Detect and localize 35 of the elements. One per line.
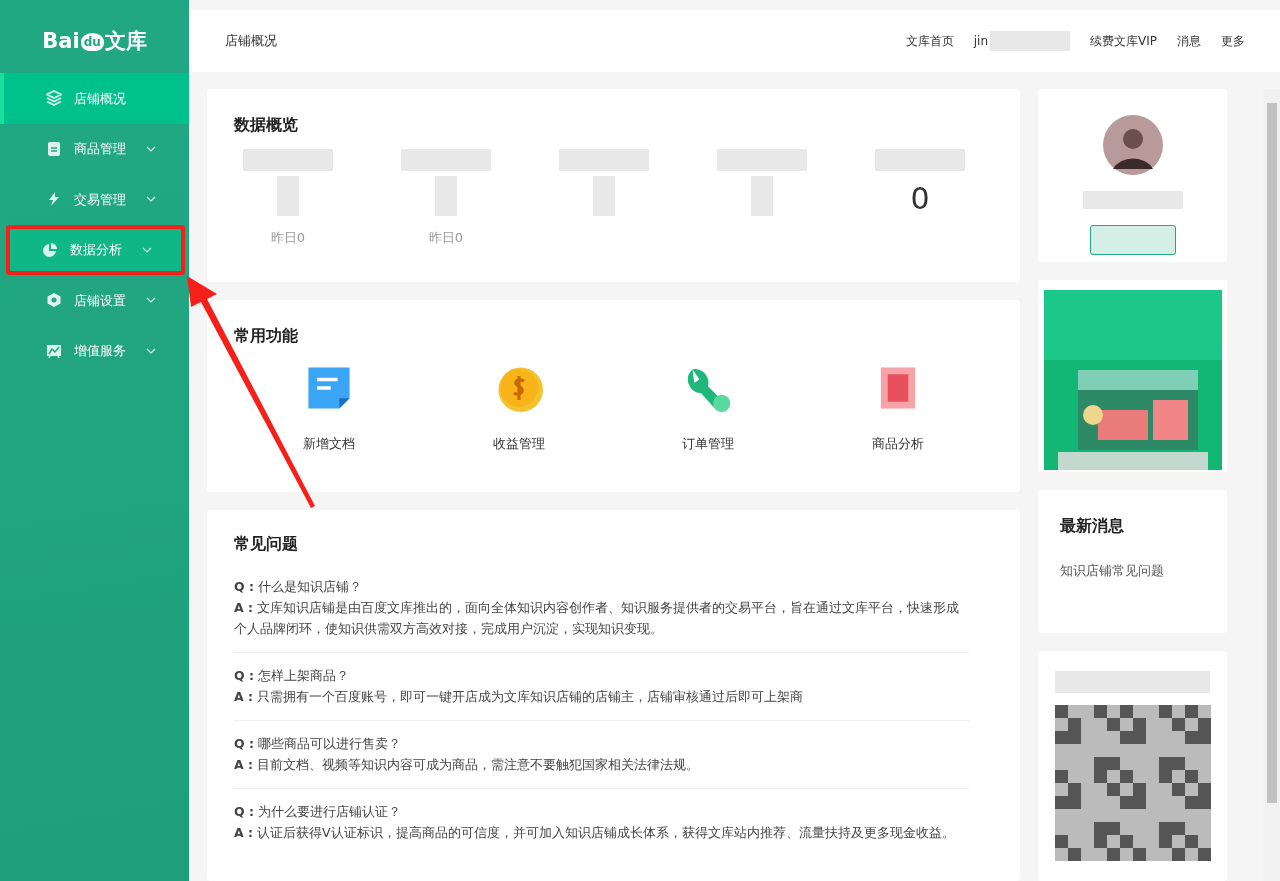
function-item[interactable]: 收益管理 xyxy=(423,363,614,454)
faq-question: Q : 哪些商品可以进行售卖？ xyxy=(234,734,402,753)
breadcrumb-text: 店铺概况 xyxy=(225,32,277,50)
function-item[interactable]: 新增文档 xyxy=(234,363,424,454)
line-chart-icon xyxy=(46,342,62,359)
section-title: 最新消息 xyxy=(1060,515,1125,538)
lightning-icon xyxy=(46,191,62,208)
avatar xyxy=(1102,114,1163,175)
section-title: 常见问题 xyxy=(234,532,299,555)
faq-answer: A : 目前文档、视频等知识内容可成为商品，需注意不要触犯国家相关法律法规。 xyxy=(234,755,700,774)
document-icon xyxy=(46,140,62,157)
header-link[interactable]: 续费文库VIP xyxy=(1090,31,1157,50)
function-item[interactable]: 商品分析 xyxy=(803,363,993,454)
header-link[interactable]: 更多 xyxy=(1221,31,1245,50)
pie-chart-icon xyxy=(42,241,58,258)
stat-yesterday: 昨日0 xyxy=(428,230,464,246)
faq-answer: A : 只需拥有一个百度账号，即可一键开店成为文库知识店铺的店铺主，店铺审核通过后即可上架商 xyxy=(234,687,804,706)
user-link[interactable]: jin xyxy=(973,31,988,50)
hexagon-icon xyxy=(46,292,62,309)
header-link[interactable]: 消息 xyxy=(1177,31,1201,50)
news-link[interactable]: 知识店铺常见问题 xyxy=(1060,562,1205,582)
function-item[interactable]: 订单管理 xyxy=(613,363,804,454)
faq-question: Q : 怎样上架商品？ xyxy=(234,666,350,685)
faq-question: Q : 为什么要进行店铺认证？ xyxy=(234,802,402,821)
layers-icon xyxy=(46,90,62,107)
scrollbar[interactable] xyxy=(1263,88,1280,881)
section-title: 数据概览 xyxy=(234,113,299,136)
stat-value: 0 xyxy=(910,181,930,217)
faq-answer: A : 认证后获得V认证标识，提高商品的可信度，并可加入知识店铺成长体系，获得文库站内推荐、流量扶持及更多现金收益。 xyxy=(234,823,956,842)
faq-question: Q : 什么是知识店铺？ xyxy=(234,577,363,596)
faq-answer: A : 文库知识店铺是由百度文库推出的，面向全体知识内容创作者、知识服务提供者的交易平台，旨在通过文库平台，快速形成个人品牌闭环，使知识供需双方高效对接，完成用户沉淀，实现知识变现。 xyxy=(234,598,960,638)
header-link[interactable]: 文库首页 xyxy=(905,31,954,50)
stat-yesterday: 昨日0 xyxy=(270,230,306,246)
blurred-button[interactable] xyxy=(1089,224,1176,255)
section-title: 常用功能 xyxy=(234,324,299,347)
